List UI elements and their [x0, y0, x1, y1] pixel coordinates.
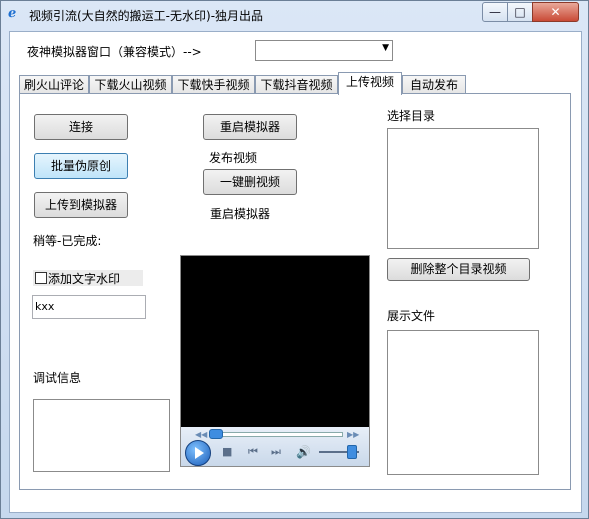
connect-button[interactable]: 连接	[34, 114, 128, 140]
emulator-select[interactable]: ▼	[255, 40, 393, 61]
emulator-window-label: 夜神模拟器窗口（兼容模式）-->	[27, 45, 202, 59]
restart-emulator-button[interactable]: 重启模拟器	[203, 114, 297, 140]
tab-hoshan-comments[interactable]: 刷火山评论	[19, 75, 89, 95]
restart-emulator-label: 重启模拟器	[210, 207, 271, 221]
directory-listbox[interactable]	[387, 128, 539, 249]
publish-video-label: 发布视频	[209, 151, 258, 165]
volume-thumb[interactable]	[347, 445, 357, 459]
close-button[interactable]: ✕	[532, 2, 579, 22]
app-e-icon: ℯ	[8, 6, 17, 21]
delete-directory-videos-button[interactable]: 删除整个目录视频	[387, 258, 530, 281]
next-icon[interactable]: ⏭	[271, 445, 281, 459]
previous-icon[interactable]: ⏮	[248, 445, 258, 459]
title-bar[interactable]: ℯ 视频引流(大自然的搬运工-无水印)-独月出品 — □ ✕	[1, 1, 588, 29]
delete-all-videos-button[interactable]: 一键删视频	[203, 169, 297, 195]
window-title: 视频引流(大自然的搬运工-无水印)-独月出品	[29, 9, 264, 23]
tab-upload-video[interactable]: 上传视频	[338, 72, 402, 95]
fast-forward-icon[interactable]: ▶▶	[347, 430, 359, 439]
tab-download-kuaishou[interactable]: 下载快手视频	[172, 75, 255, 95]
upload-panel: 连接 批量伪原创 上传到模拟器 稍等-已完成: 添加文字水印 kxx 调试信息 …	[19, 93, 571, 490]
maximize-button[interactable]: □	[507, 2, 533, 22]
seek-bar[interactable]	[211, 432, 343, 437]
debug-info-label: 调试信息	[33, 371, 82, 385]
stop-icon[interactable]: ■	[222, 445, 232, 458]
add-watermark-checkbox[interactable]: 添加文字水印	[33, 270, 143, 286]
upload-to-emulator-button[interactable]: 上传到模拟器	[34, 192, 128, 218]
debug-info-box[interactable]	[33, 399, 170, 472]
client-area: 夜神模拟器窗口（兼容模式）--> ▼ 刷火山评论 下载火山视频 下载快手视频 下…	[9, 31, 582, 513]
watermark-text-input[interactable]: kxx	[32, 295, 146, 319]
player-controls: ◀◀ ▶▶ ■ ⏮ ⏭ 🔊	[181, 427, 369, 466]
select-directory-label: 选择目录	[387, 109, 436, 123]
tab-auto-publish[interactable]: 自动发布	[402, 75, 466, 95]
files-listbox[interactable]	[387, 330, 539, 475]
play-icon	[195, 447, 204, 459]
minimize-button[interactable]: —	[482, 2, 508, 22]
play-button[interactable]	[185, 440, 211, 466]
checkbox-icon[interactable]	[35, 272, 47, 284]
video-player[interactable]: ◀◀ ▶▶ ■ ⏮ ⏭ 🔊	[180, 255, 370, 467]
tab-download-douyin[interactable]: 下载抖音视频	[255, 75, 338, 95]
show-files-label: 展示文件	[387, 309, 436, 323]
volume-icon[interactable]: 🔊	[296, 445, 311, 459]
seek-thumb[interactable]	[209, 429, 223, 439]
status-text: 稍等-已完成:	[33, 234, 102, 248]
chevron-down-icon[interactable]: ▼	[382, 43, 389, 53]
tab-download-huoshan[interactable]: 下载火山视频	[89, 75, 172, 95]
app-window: ℯ 视频引流(大自然的搬运工-无水印)-独月出品 — □ ✕ 夜神模拟器窗口（兼…	[0, 0, 589, 519]
add-watermark-label: 添加文字水印	[48, 272, 121, 286]
batch-pseudo-original-button[interactable]: 批量伪原创	[34, 153, 128, 179]
rewind-icon[interactable]: ◀◀	[195, 430, 207, 439]
